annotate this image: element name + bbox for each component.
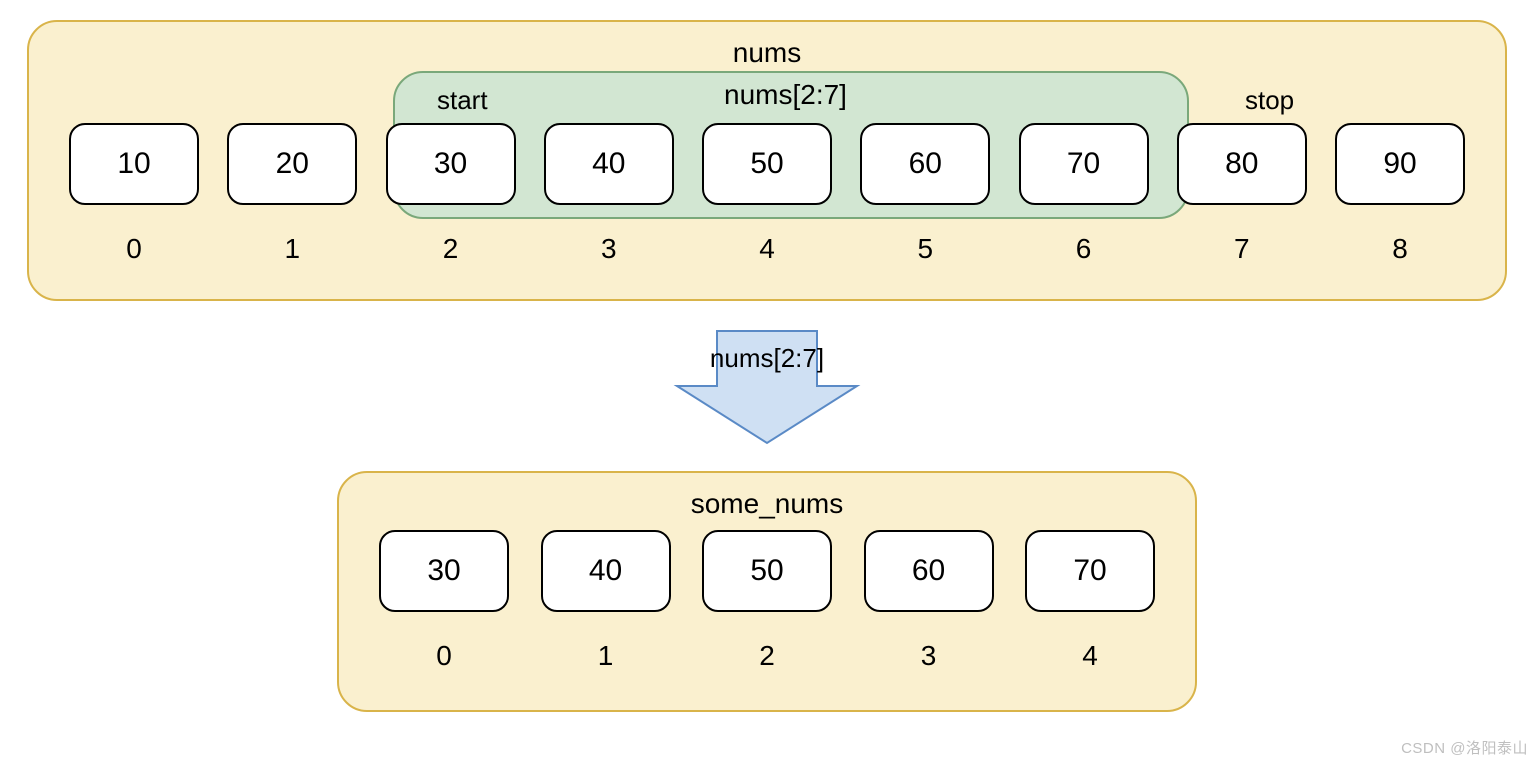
nums-cell-col: 30 2 <box>376 123 526 265</box>
arrow-label: nums[2:7] <box>710 343 824 373</box>
some-nums-cell: 50 <box>702 530 832 612</box>
nums-cell: 90 <box>1335 123 1465 205</box>
watermark-text: CSDN @洛阳泰山 <box>1401 737 1528 758</box>
nums-cell: 10 <box>69 123 199 205</box>
nums-cell: 60 <box>860 123 990 205</box>
some-nums-cell: 30 <box>379 530 509 612</box>
nums-cell: 20 <box>227 123 357 205</box>
nums-index: 7 <box>1234 233 1250 265</box>
nums-cell-col: 60 5 <box>850 123 1000 265</box>
nums-cell-col: 80 7 <box>1167 123 1317 265</box>
nums-index: 1 <box>284 233 300 265</box>
some-nums-cell-col: 60 3 <box>854 530 1004 672</box>
nums-index: 8 <box>1392 233 1408 265</box>
nums-list-container: nums nums[2:7] start stop 10 0 20 1 30 2 <box>27 20 1507 301</box>
some-nums-cell-col: 40 1 <box>531 530 681 672</box>
some-nums-index: 0 <box>436 640 452 672</box>
nums-cell-col: 70 6 <box>1009 123 1159 265</box>
nums-cell-col: 50 4 <box>692 123 842 265</box>
some-nums-index: 3 <box>921 640 937 672</box>
nums-row: 10 0 20 1 30 2 40 3 50 4 60 5 <box>59 123 1475 265</box>
some-nums-cell: 60 <box>864 530 994 612</box>
slice-expression-label: nums[2:7] <box>724 79 847 111</box>
some-nums-cell-col: 50 2 <box>692 530 842 672</box>
nums-index: 4 <box>759 233 775 265</box>
some-nums-row: 30 0 40 1 50 2 60 3 70 4 <box>369 530 1165 672</box>
nums-cell: 70 <box>1019 123 1149 205</box>
start-label: start <box>437 85 488 116</box>
nums-index: 2 <box>443 233 459 265</box>
some-nums-index: 4 <box>1082 640 1098 672</box>
nums-index: 0 <box>126 233 142 265</box>
nums-cell-col: 10 0 <box>59 123 209 265</box>
some-nums-index: 1 <box>598 640 614 672</box>
nums-index: 5 <box>917 233 933 265</box>
nums-index: 6 <box>1076 233 1092 265</box>
some-nums-cell-col: 70 4 <box>1015 530 1165 672</box>
nums-cell-col: 20 1 <box>217 123 367 265</box>
slice-arrow: nums[2:7] <box>20 321 1514 451</box>
nums-title: nums <box>59 37 1475 69</box>
some-nums-cell: 70 <box>1025 530 1155 612</box>
nums-cell: 40 <box>544 123 674 205</box>
some-nums-cell: 40 <box>541 530 671 612</box>
some-nums-title: some_nums <box>369 488 1165 520</box>
nums-cell-col: 40 3 <box>534 123 684 265</box>
down-arrow-icon: nums[2:7] <box>667 321 867 451</box>
nums-cell: 80 <box>1177 123 1307 205</box>
some-nums-cell-col: 30 0 <box>369 530 519 672</box>
some-nums-index: 2 <box>759 640 775 672</box>
nums-cell: 30 <box>386 123 516 205</box>
nums-cell-col: 90 8 <box>1325 123 1475 265</box>
some-nums-list-container: some_nums 30 0 40 1 50 2 60 3 70 4 <box>337 471 1197 712</box>
nums-index: 3 <box>601 233 617 265</box>
stop-label: stop <box>1245 85 1294 116</box>
nums-cell: 50 <box>702 123 832 205</box>
